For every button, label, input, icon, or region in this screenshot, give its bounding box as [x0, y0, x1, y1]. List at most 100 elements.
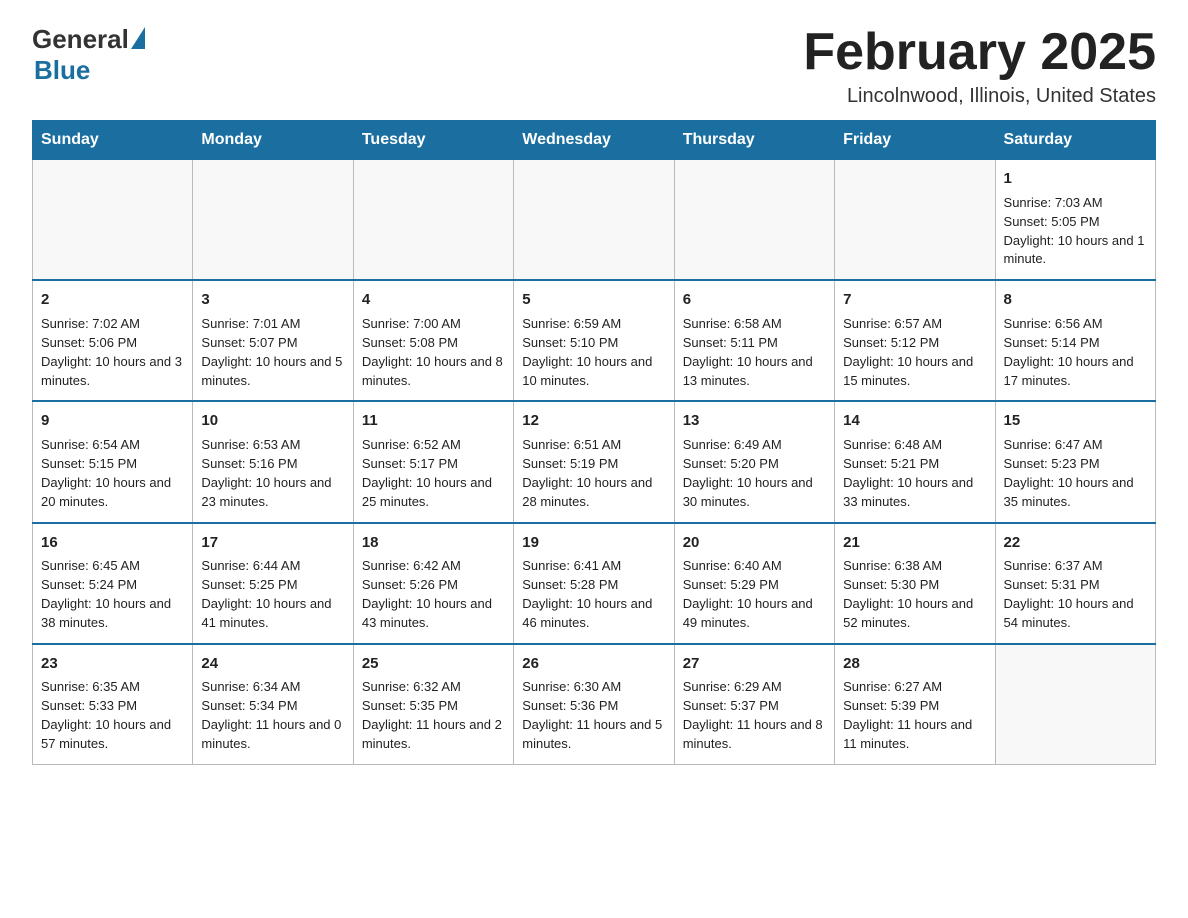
day-number: 12 — [522, 410, 665, 432]
calendar-table: SundayMondayTuesdayWednesdayThursdayFrid… — [32, 120, 1156, 765]
day-info: Sunrise: 6:56 AMSunset: 5:14 PMDaylight:… — [1004, 315, 1147, 390]
calendar-day-cell: 19 Sunrise: 6:41 AMSunset: 5:28 PMDayligh… — [514, 523, 674, 644]
calendar-day-cell: 10 Sunrise: 6:53 AMSunset: 5:16 PMDayligh… — [193, 401, 353, 522]
month-title: February 2025 — [803, 24, 1156, 81]
day-of-week-header: Monday — [193, 121, 353, 160]
day-number: 7 — [843, 289, 986, 311]
calendar-day-cell: 25Sunrise: 6:32 AMSunset: 5:35 PMDayligh… — [353, 644, 513, 765]
day-info: Sunrise: 6:53 AMSunset: 5:16 PMDaylight:… — [201, 436, 344, 511]
calendar-day-cell: 22Sunrise: 6:37 AMSunset: 5:31 PMDayligh… — [995, 523, 1155, 644]
day-of-week-header: Saturday — [995, 121, 1155, 160]
day-number: 19 — [522, 532, 665, 554]
calendar-day-cell: 26Sunrise: 6:30 AMSunset: 5:36 PMDayligh… — [514, 644, 674, 765]
day-info: Sunrise: 6:48 AMSunset: 5:21 PMDaylight:… — [843, 436, 986, 511]
day-number: 5 — [522, 289, 665, 311]
calendar-day-cell: 4 Sunrise: 7:00 AMSunset: 5:08 PMDaylight… — [353, 280, 513, 401]
day-number: 18 — [362, 532, 505, 554]
day-info: Sunrise: 6:41 AMSunset: 5:28 PMDaylight:… — [522, 557, 665, 632]
day-info: Sunrise: 6:35 AMSunset: 5:33 PMDaylight:… — [41, 678, 184, 753]
day-number: 25 — [362, 653, 505, 675]
day-info: Sunrise: 6:44 AMSunset: 5:25 PMDaylight:… — [201, 557, 344, 632]
calendar-week-row: 23 Sunrise: 6:35 AMSunset: 5:33 PMDayligh… — [33, 644, 1156, 765]
logo: General Blue — [32, 24, 145, 86]
calendar-week-row: 9 Sunrise: 6:54 AMSunset: 5:15 PMDaylight… — [33, 401, 1156, 522]
day-number: 23 — [41, 653, 184, 675]
day-number: 4 — [362, 289, 505, 311]
calendar-day-cell — [193, 160, 353, 281]
day-number: 8 — [1004, 289, 1147, 311]
day-info: Sunrise: 6:34 AMSunset: 5:34 PMDaylight:… — [201, 678, 344, 753]
day-of-week-header: Wednesday — [514, 121, 674, 160]
calendar-day-cell: 14 Sunrise: 6:48 AMSunset: 5:21 PMDayligh… — [835, 401, 995, 522]
logo-blue-text: Blue — [34, 55, 90, 86]
day-number: 1 — [1004, 168, 1147, 190]
calendar-day-cell: 3Sunrise: 7:01 AMSunset: 5:07 PMDaylight… — [193, 280, 353, 401]
day-number: 28 — [843, 653, 986, 675]
logo-general-text: General — [32, 24, 129, 55]
day-info: Sunrise: 6:54 AMSunset: 5:15 PMDaylight:… — [41, 436, 184, 511]
calendar-day-cell: 21 Sunrise: 6:38 AMSunset: 5:30 PMDayligh… — [835, 523, 995, 644]
calendar-day-cell: 24 Sunrise: 6:34 AMSunset: 5:34 PMDayligh… — [193, 644, 353, 765]
day-number: 9 — [41, 410, 184, 432]
day-number: 3 — [201, 289, 344, 311]
calendar-day-cell: 9 Sunrise: 6:54 AMSunset: 5:15 PMDaylight… — [33, 401, 193, 522]
calendar-day-cell: 28 Sunrise: 6:27 AMSunset: 5:39 PMDayligh… — [835, 644, 995, 765]
day-number: 22 — [1004, 532, 1147, 554]
day-info: Sunrise: 6:45 AMSunset: 5:24 PMDaylight:… — [41, 557, 184, 632]
calendar-day-cell: 23 Sunrise: 6:35 AMSunset: 5:33 PMDayligh… — [33, 644, 193, 765]
calendar-day-cell: 6 Sunrise: 6:58 AMSunset: 5:11 PMDaylight… — [674, 280, 834, 401]
day-info: Sunrise: 7:02 AMSunset: 5:06 PMDaylight:… — [41, 315, 184, 390]
logo-triangle-icon — [131, 27, 145, 49]
calendar-day-cell — [674, 160, 834, 281]
day-number: 21 — [843, 532, 986, 554]
day-info: Sunrise: 6:57 AMSunset: 5:12 PMDaylight:… — [843, 315, 986, 390]
calendar-week-row: 1 Sunrise: 7:03 AMSunset: 5:05 PMDaylight… — [33, 160, 1156, 281]
day-of-week-header: Sunday — [33, 121, 193, 160]
day-info: Sunrise: 6:58 AMSunset: 5:11 PMDaylight:… — [683, 315, 826, 390]
calendar-day-cell: 17 Sunrise: 6:44 AMSunset: 5:25 PMDayligh… — [193, 523, 353, 644]
day-info: Sunrise: 6:29 AMSunset: 5:37 PMDaylight:… — [683, 678, 826, 753]
calendar-day-cell — [835, 160, 995, 281]
day-number: 24 — [201, 653, 344, 675]
calendar-header-row: SundayMondayTuesdayWednesdayThursdayFrid… — [33, 121, 1156, 160]
day-info: Sunrise: 6:59 AMSunset: 5:10 PMDaylight:… — [522, 315, 665, 390]
day-info: Sunrise: 6:40 AMSunset: 5:29 PMDaylight:… — [683, 557, 826, 632]
day-of-week-header: Tuesday — [353, 121, 513, 160]
day-of-week-header: Friday — [835, 121, 995, 160]
calendar-day-cell — [353, 160, 513, 281]
day-number: 17 — [201, 532, 344, 554]
day-info: Sunrise: 7:03 AMSunset: 5:05 PMDaylight:… — [1004, 194, 1147, 269]
calendar-day-cell: 13 Sunrise: 6:49 AMSunset: 5:20 PMDayligh… — [674, 401, 834, 522]
day-number: 11 — [362, 410, 505, 432]
day-info: Sunrise: 6:27 AMSunset: 5:39 PMDaylight:… — [843, 678, 986, 753]
location-subtitle: Lincolnwood, Illinois, United States — [803, 85, 1156, 108]
calendar-day-cell: 18Sunrise: 6:42 AMSunset: 5:26 PMDayligh… — [353, 523, 513, 644]
calendar-day-cell: 7 Sunrise: 6:57 AMSunset: 5:12 PMDaylight… — [835, 280, 995, 401]
day-number: 15 — [1004, 410, 1147, 432]
day-info: Sunrise: 6:47 AMSunset: 5:23 PMDaylight:… — [1004, 436, 1147, 511]
day-info: Sunrise: 7:00 AMSunset: 5:08 PMDaylight:… — [362, 315, 505, 390]
calendar-day-cell: 11Sunrise: 6:52 AMSunset: 5:17 PMDayligh… — [353, 401, 513, 522]
calendar-day-cell: 20 Sunrise: 6:40 AMSunset: 5:29 PMDayligh… — [674, 523, 834, 644]
day-number: 27 — [683, 653, 826, 675]
day-info: Sunrise: 6:49 AMSunset: 5:20 PMDaylight:… — [683, 436, 826, 511]
title-section: February 2025 Lincolnwood, Illinois, Uni… — [803, 24, 1156, 108]
calendar-day-cell: 15 Sunrise: 6:47 AMSunset: 5:23 PMDayligh… — [995, 401, 1155, 522]
day-info: Sunrise: 6:38 AMSunset: 5:30 PMDaylight:… — [843, 557, 986, 632]
page-header: General Blue February 2025 Lincolnwood, … — [32, 24, 1156, 108]
calendar-day-cell: 8 Sunrise: 6:56 AMSunset: 5:14 PMDaylight… — [995, 280, 1155, 401]
calendar-week-row: 16Sunrise: 6:45 AMSunset: 5:24 PMDayligh… — [33, 523, 1156, 644]
calendar-day-cell — [33, 160, 193, 281]
calendar-day-cell — [514, 160, 674, 281]
calendar-day-cell: 16Sunrise: 6:45 AMSunset: 5:24 PMDayligh… — [33, 523, 193, 644]
day-number: 14 — [843, 410, 986, 432]
day-of-week-header: Thursday — [674, 121, 834, 160]
day-number: 10 — [201, 410, 344, 432]
day-info: Sunrise: 6:51 AMSunset: 5:19 PMDaylight:… — [522, 436, 665, 511]
day-number: 20 — [683, 532, 826, 554]
day-number: 6 — [683, 289, 826, 311]
calendar-day-cell — [995, 644, 1155, 765]
calendar-day-cell: 12 Sunrise: 6:51 AMSunset: 5:19 PMDayligh… — [514, 401, 674, 522]
day-number: 13 — [683, 410, 826, 432]
calendar-day-cell: 5 Sunrise: 6:59 AMSunset: 5:10 PMDaylight… — [514, 280, 674, 401]
